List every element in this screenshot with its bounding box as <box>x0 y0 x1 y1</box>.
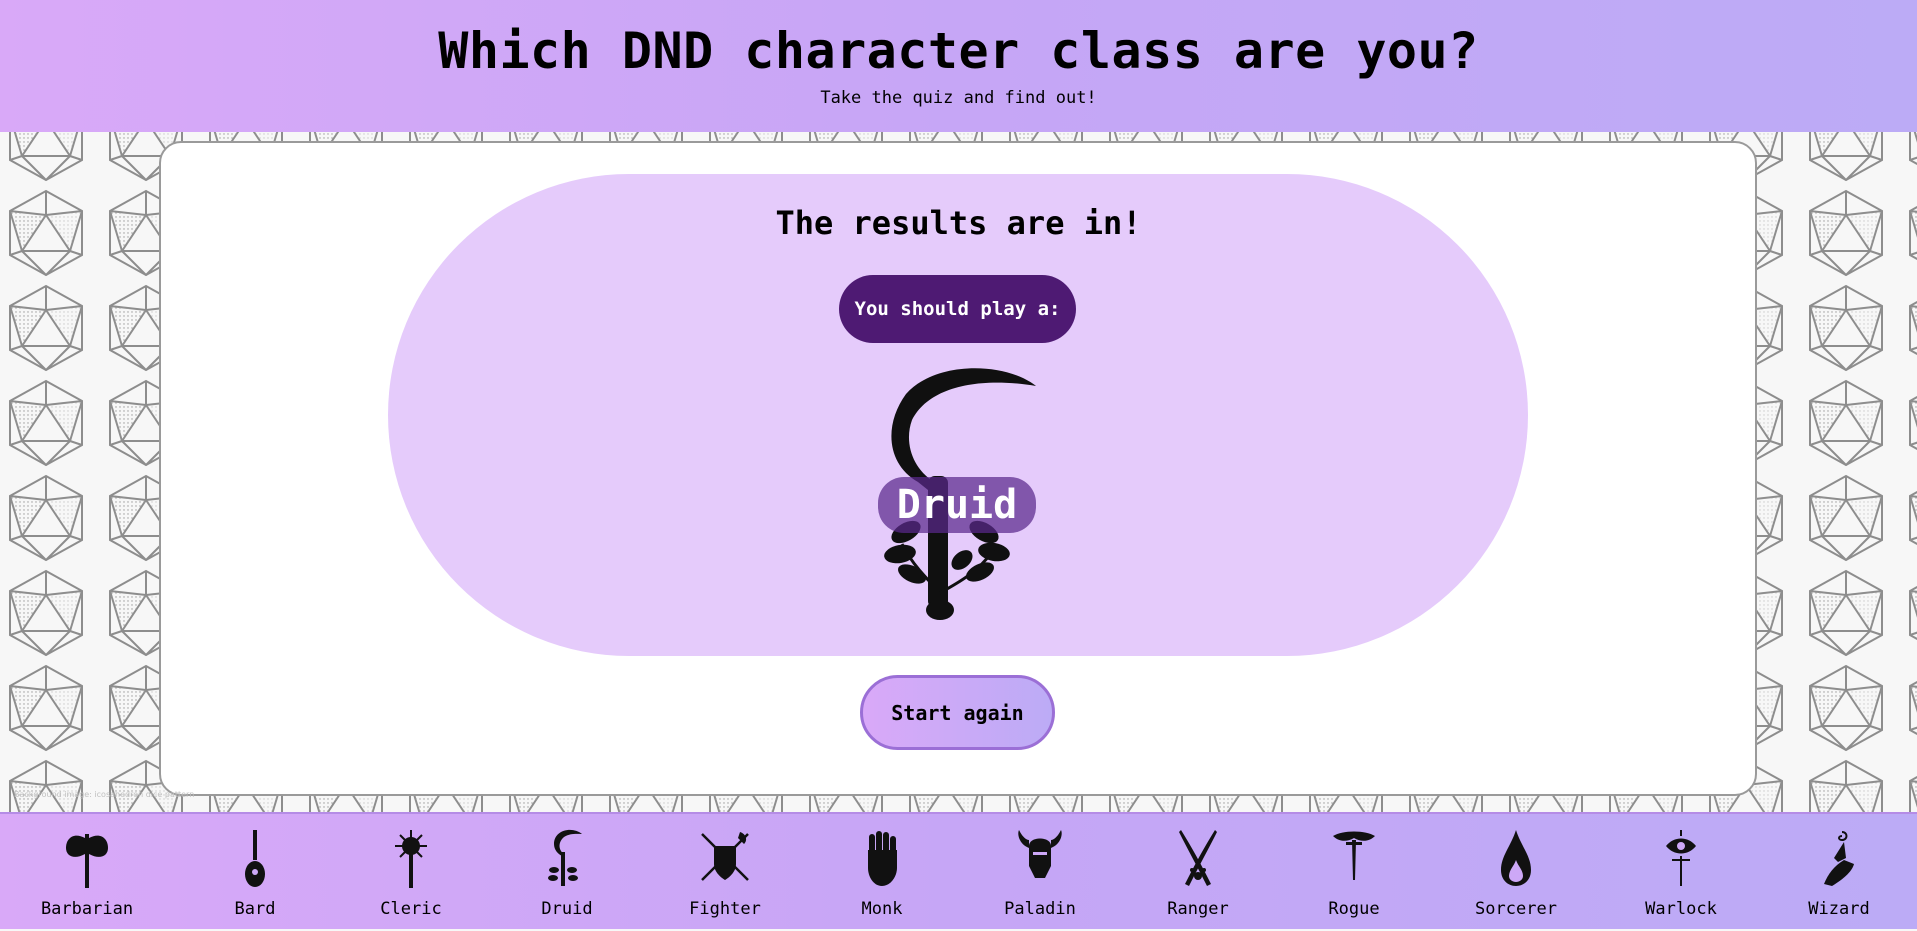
class-label: Druid <box>541 899 593 919</box>
lute-icon <box>245 830 265 887</box>
axe-icon <box>66 834 108 888</box>
class-item-bard[interactable]: Bard <box>195 814 315 931</box>
flame-icon <box>1501 830 1531 886</box>
class-label: Monk <box>861 899 903 919</box>
class-item-fighter[interactable]: Fighter <box>665 814 785 931</box>
class-label: Cleric <box>380 899 442 919</box>
class-label: Bard <box>234 899 276 919</box>
result-class-name: Druid <box>878 477 1036 533</box>
fist-icon <box>868 831 897 886</box>
class-item-wizard[interactable]: Wizard <box>1779 814 1899 931</box>
page-header: Which DND character class are you? Take … <box>0 0 1917 132</box>
class-item-rogue[interactable]: Rogue <box>1294 814 1414 931</box>
class-item-warlock[interactable]: Warlock <box>1621 814 1741 931</box>
class-item-monk[interactable]: Monk <box>822 814 942 931</box>
class-label: Fighter <box>689 899 761 919</box>
class-item-barbarian[interactable]: Barbarian <box>27 814 147 931</box>
page-title: Which DND character class are you? <box>438 22 1479 80</box>
dagger-mask-icon <box>1333 831 1375 880</box>
class-label: Rogue <box>1328 899 1380 919</box>
page-subtitle: Take the quiz and find out! <box>820 88 1097 108</box>
holy-symbol-icon <box>395 830 427 888</box>
class-item-paladin[interactable]: Paladin <box>980 814 1100 931</box>
winged-helm-icon <box>1018 830 1062 878</box>
crossed-swords-shield-icon <box>701 832 749 881</box>
sickle-icon <box>548 829 582 886</box>
class-label: Wizard <box>1808 899 1870 919</box>
class-item-sorcerer[interactable]: Sorcerer <box>1456 814 1576 931</box>
class-item-druid[interactable]: Druid <box>507 814 627 931</box>
class-item-cleric[interactable]: Cleric <box>351 814 471 931</box>
crossed-blades-paw-icon <box>1179 830 1217 886</box>
background-credit: Background image: icosahedron dice patte… <box>14 790 195 799</box>
class-label: Sorcerer <box>1475 899 1557 919</box>
class-label: Paladin <box>1004 899 1076 919</box>
magic-hand-icon <box>1824 831 1854 886</box>
class-label: Ranger <box>1167 899 1229 919</box>
class-label: Warlock <box>1645 899 1717 919</box>
class-bar: Barbarian Bard Cleric Druid Fighter Monk… <box>0 812 1917 929</box>
class-label: Barbarian <box>40 899 134 919</box>
start-again-button[interactable]: Start again <box>860 675 1055 750</box>
eye-icon <box>1666 830 1696 886</box>
play-badge: You should play a: <box>839 275 1076 343</box>
class-item-ranger[interactable]: Ranger <box>1138 814 1258 931</box>
results-heading: The results are in! <box>775 204 1142 242</box>
